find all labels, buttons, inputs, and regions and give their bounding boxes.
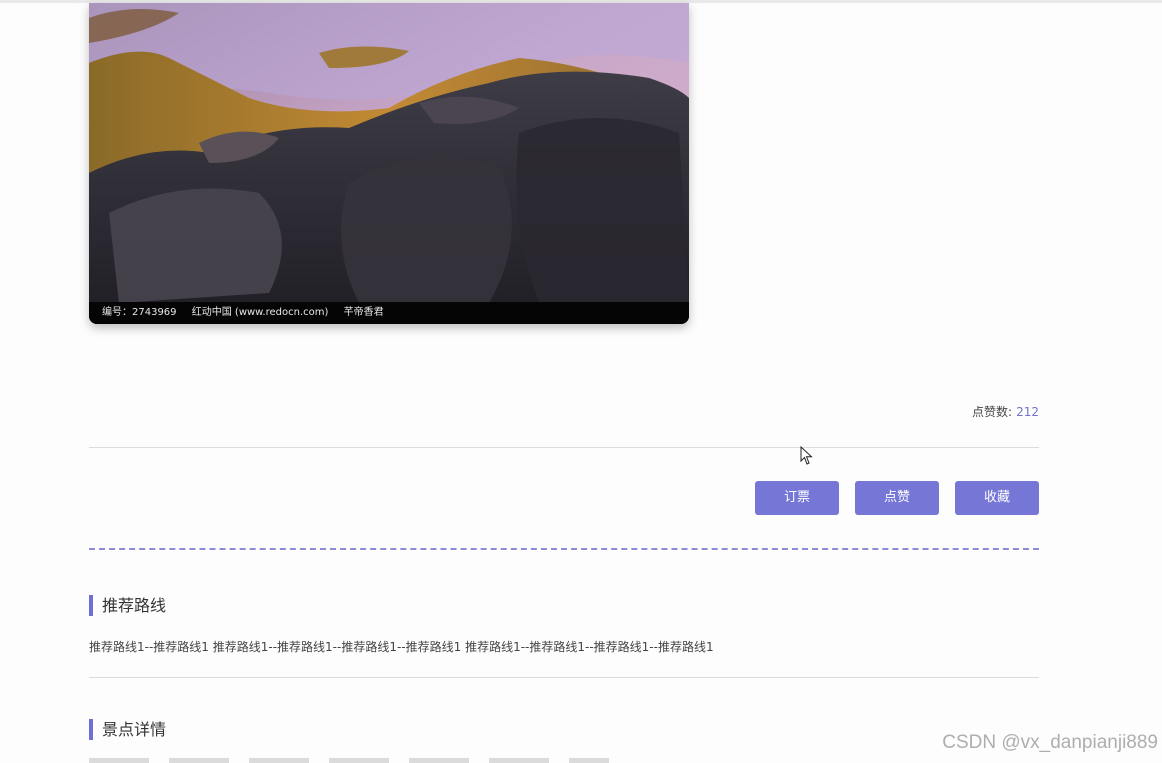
photo-caption: 编号：2743969 红动中国 (www.redocn.com) 芊帝香君 bbox=[89, 302, 689, 324]
mouse-cursor-icon bbox=[800, 446, 813, 465]
like-count-value: 212 bbox=[1016, 405, 1039, 419]
recommended-routes-text: 推荐路线1--推荐路线1 推荐路线1--推荐路线1--推荐路线1--推荐路线1 … bbox=[89, 640, 714, 654]
divider bbox=[89, 447, 1039, 448]
like-button[interactable]: 点赞 bbox=[855, 481, 939, 515]
photo-source: 红动中国 (www.redocn.com) bbox=[191, 307, 329, 318]
attraction-photo: 编号：2743969 红动中国 (www.redocn.com) 芊帝香君 bbox=[89, 3, 689, 324]
divider bbox=[89, 677, 1039, 678]
dashed-divider bbox=[89, 548, 1039, 550]
page: 编号：2743969 红动中国 (www.redocn.com) 芊帝香君 点赞… bbox=[0, 0, 1162, 763]
like-count: 点赞数: 212 bbox=[972, 403, 1039, 420]
photo-author: 芊帝香君 bbox=[343, 307, 384, 318]
rocky-coast-image bbox=[89, 3, 689, 324]
section-title-attraction-details: 景点详情 bbox=[89, 719, 166, 740]
like-count-label: 点赞数: bbox=[972, 405, 1013, 419]
section-title-recommended-routes: 推荐路线 bbox=[89, 595, 166, 616]
details-text-cutoff bbox=[89, 758, 609, 763]
favorite-button[interactable]: 收藏 bbox=[955, 481, 1039, 515]
watermark: CSDN @vx_danpianji889 bbox=[942, 732, 1158, 753]
book-ticket-button[interactable]: 订票 bbox=[755, 481, 839, 515]
photo-id: 编号：2743969 bbox=[102, 307, 177, 318]
